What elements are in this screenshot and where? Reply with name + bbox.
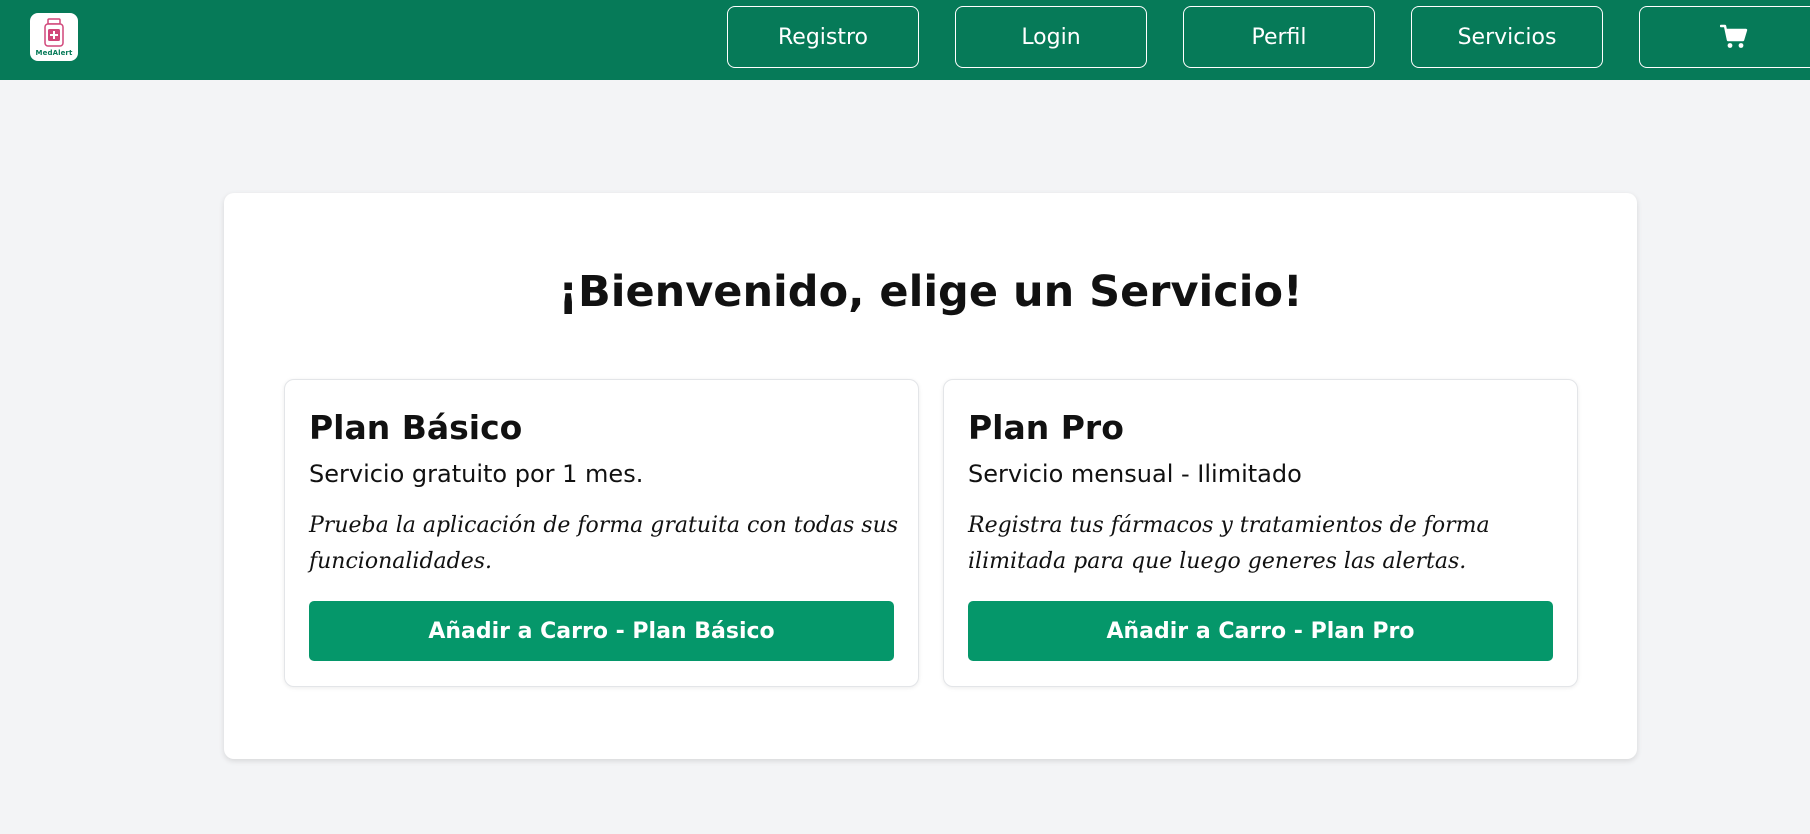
plan-name: Plan Pro: [968, 408, 1124, 447]
nav-registro-button[interactable]: Registro: [727, 6, 919, 68]
add-to-cart-pro-button[interactable]: Añadir a Carro - Plan Pro: [968, 601, 1553, 661]
plan-pro-card: Plan Pro Servicio mensual - Ilimitado Re…: [943, 379, 1578, 687]
add-to-cart-basico-button[interactable]: Añadir a Carro - Plan Básico: [309, 601, 894, 661]
medalert-logo[interactable]: MedAlert: [30, 13, 78, 61]
plan-subtitle: Servicio mensual - Ilimitado: [968, 460, 1302, 488]
page-title: ¡Bienvenido, elige un Servicio!: [558, 267, 1303, 317]
services-card: ¡Bienvenido, elige un Servicio! Plan Bás…: [224, 193, 1637, 759]
plan-subtitle: Servicio gratuito por 1 mes.: [309, 460, 644, 488]
navbar: MedAlert Registro Login Perfil Servicios: [0, 0, 1810, 80]
nav-servicios-button[interactable]: Servicios: [1411, 6, 1603, 68]
medicine-bottle-icon: [44, 17, 64, 47]
logo-text: MedAlert: [35, 48, 73, 57]
shopping-cart-icon: [1720, 24, 1748, 48]
plan-basico-card: Plan Básico Servicio gratuito por 1 mes.…: [284, 379, 919, 687]
plan-description: Registra tus fármacos y tratamientos de …: [968, 513, 1490, 574]
nav-perfil-button[interactable]: Perfil: [1183, 6, 1375, 68]
nav-login-button[interactable]: Login: [955, 6, 1147, 68]
plan-name: Plan Básico: [309, 408, 523, 447]
cart-button[interactable]: [1639, 6, 1810, 68]
plan-description: Prueba la aplicación de forma gratuita c…: [309, 513, 899, 574]
